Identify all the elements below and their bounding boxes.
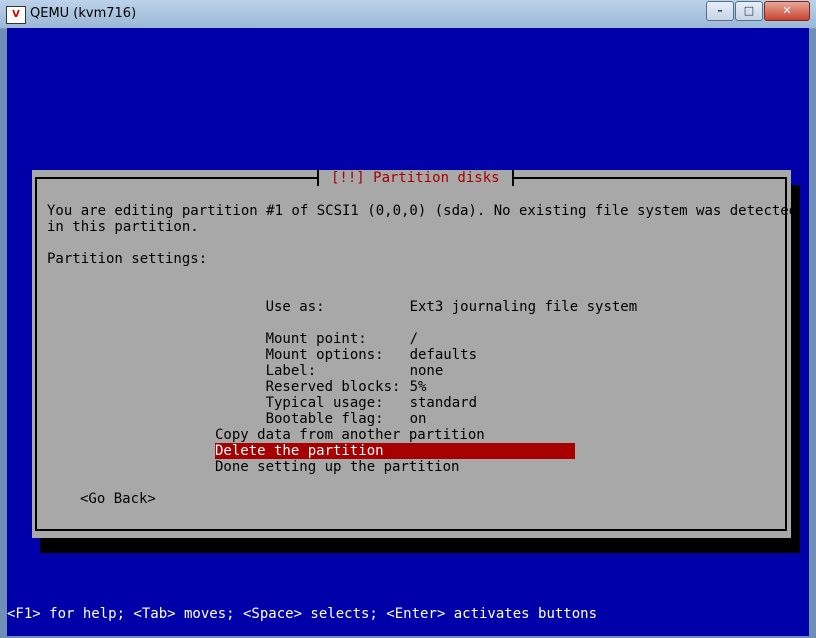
go-back-button[interactable]: <Go Back> <box>80 491 156 507</box>
window-title: QEMU (kvm716) <box>30 6 137 21</box>
setting-label: Bootable flag: <box>265 411 384 427</box>
intro-text-line2: in this partition. <box>47 219 199 235</box>
dialog-title: [!!] Partition disks <box>317 170 514 186</box>
console-screen: [!!] Partition disks You are editing par… <box>7 28 809 636</box>
action-copy-data[interactable]: Copy data from another partition <box>215 427 575 443</box>
action-delete-partition[interactable]: Delete the partition <box>215 443 575 459</box>
action-done-setup[interactable]: Done setting up the partition <box>215 459 575 475</box>
setting-label: Use as: <box>265 299 325 315</box>
help-bar: <F1> for help; <Tab> moves; <Space> sele… <box>7 606 598 622</box>
partition-dialog: [!!] Partition disks You are editing par… <box>32 170 797 538</box>
qemu-app-icon: V <box>6 6 26 24</box>
maximize-button[interactable]: □ <box>735 1 763 21</box>
setting-value: on <box>409 411 427 427</box>
close-button[interactable]: ✕ <box>764 1 810 21</box>
intro-text-line1: You are editing partition #1 of SCSI1 (0… <box>47 203 798 219</box>
setting-value: Ext3 journaling file system <box>409 299 638 315</box>
window-controls: – □ ✕ <box>705 1 810 21</box>
minimize-button[interactable]: – <box>706 1 734 21</box>
settings-heading: Partition settings: <box>47 251 208 267</box>
window-titlebar: V QEMU (kvm716) – □ ✕ <box>0 0 816 29</box>
